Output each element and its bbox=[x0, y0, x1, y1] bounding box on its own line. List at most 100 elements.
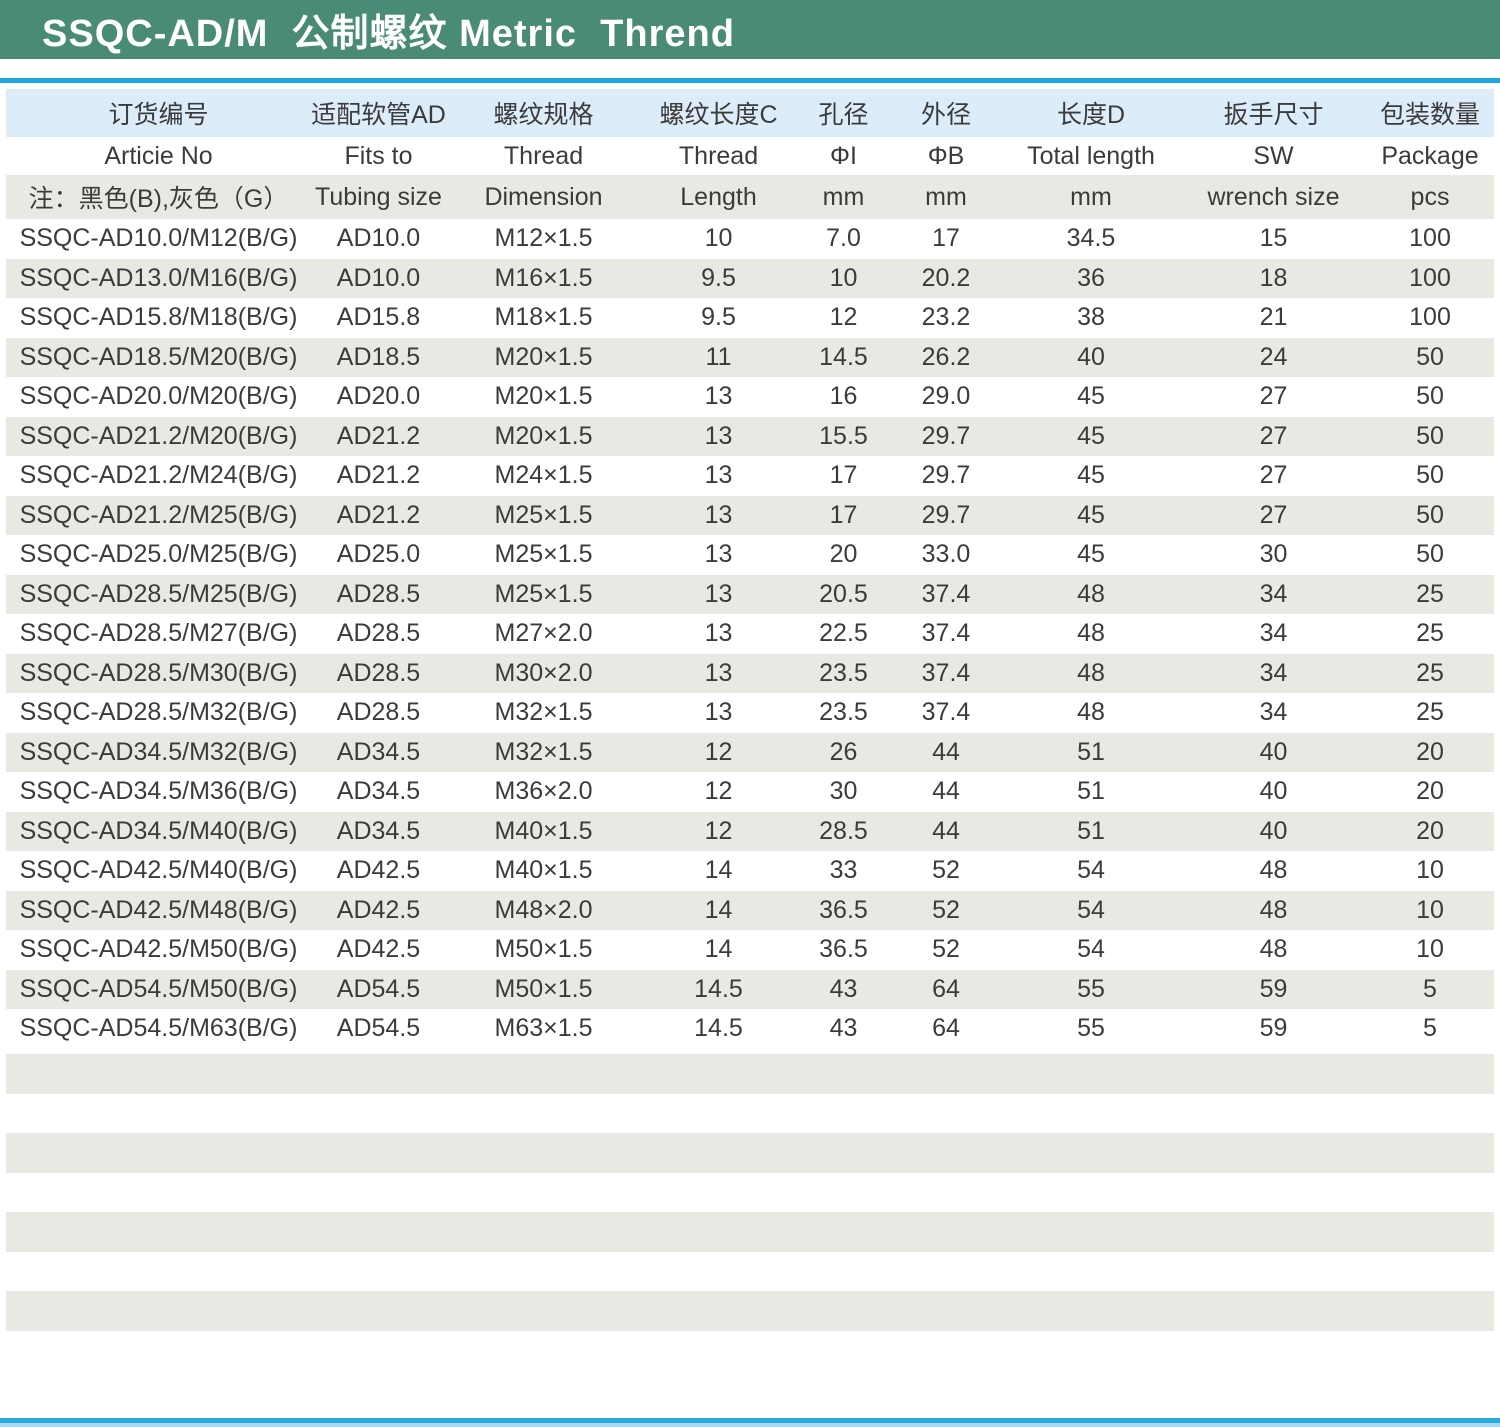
column-header-en-3: Thread bbox=[641, 137, 796, 175]
column-header-sub-2: Dimension bbox=[446, 175, 641, 219]
table-cell: 10 bbox=[1366, 930, 1494, 970]
table-cell: 29.7 bbox=[891, 496, 1001, 536]
table-cell: M18×1.5 bbox=[446, 298, 641, 338]
table-row: SSQC-AD42.5/M40(B/G)AD42.5M40×1.51433525… bbox=[6, 851, 1494, 891]
table-cell: SSQC-AD28.5/M27(B/G) bbox=[6, 614, 311, 654]
table-cell: SSQC-AD34.5/M40(B/G) bbox=[6, 812, 311, 852]
table-cell: 17 bbox=[891, 219, 1001, 259]
table-cell: M20×1.5 bbox=[446, 417, 641, 457]
column-header-en-6: Total length bbox=[1001, 137, 1181, 175]
table-cell: 37.4 bbox=[891, 654, 1001, 694]
table-cell: SSQC-AD20.0/M20(B/G) bbox=[6, 377, 311, 417]
table-cell: 34 bbox=[1181, 614, 1366, 654]
table-cell: 13 bbox=[641, 456, 796, 496]
table-cell: 100 bbox=[1366, 259, 1494, 299]
table-row: SSQC-AD15.8/M18(B/G)AD15.8M18×1.59.51223… bbox=[6, 298, 1494, 338]
table-cell: AD54.5 bbox=[311, 1009, 446, 1049]
table-cell: AD34.5 bbox=[311, 733, 446, 773]
table-cell: 20 bbox=[1366, 812, 1494, 852]
table-row: SSQC-AD34.5/M32(B/G)AD34.5M32×1.51226445… bbox=[6, 733, 1494, 773]
table-cell: 54 bbox=[1001, 930, 1181, 970]
table-cell: 40 bbox=[1181, 812, 1366, 852]
table-cell: SSQC-AD21.2/M20(B/G) bbox=[6, 417, 311, 457]
table-cell: 13 bbox=[641, 496, 796, 536]
column-header-en-4: ΦI bbox=[796, 137, 891, 175]
table-cell: 59 bbox=[1181, 970, 1366, 1010]
table-cell: AD18.5 bbox=[311, 338, 446, 378]
column-header-cn-0: 订货编号 bbox=[6, 89, 311, 137]
table-cell: 25 bbox=[1366, 693, 1494, 733]
table-cell: 34 bbox=[1181, 575, 1366, 615]
table-cell: 45 bbox=[1001, 535, 1181, 575]
table-cell: 29.0 bbox=[891, 377, 1001, 417]
table-cell: 48 bbox=[1181, 851, 1366, 891]
table-cell: 100 bbox=[1366, 219, 1494, 259]
table-cell: 17 bbox=[796, 496, 891, 536]
table-cell: 26.2 bbox=[891, 338, 1001, 378]
table-cell: 33 bbox=[796, 851, 891, 891]
table-cell: M24×1.5 bbox=[446, 456, 641, 496]
table-row: SSQC-AD20.0/M20(B/G)AD20.0M20×1.5131629.… bbox=[6, 377, 1494, 417]
table-cell: AD21.2 bbox=[311, 496, 446, 536]
table-cell: AD28.5 bbox=[311, 614, 446, 654]
table-cell: AD20.0 bbox=[311, 377, 446, 417]
header-row-sub: 注：黑色(B),灰色（G）Tubing sizeDimensionLengthm… bbox=[6, 175, 1494, 219]
table-cell: M12×1.5 bbox=[446, 219, 641, 259]
accent-divider-top bbox=[0, 78, 1500, 83]
column-header-cn-6: 长度D bbox=[1001, 89, 1181, 137]
table-cell: 12 bbox=[796, 298, 891, 338]
table-cell: 27 bbox=[1181, 456, 1366, 496]
table-cell: 37.4 bbox=[891, 693, 1001, 733]
table-cell: 50 bbox=[1366, 535, 1494, 575]
table-cell: 5 bbox=[1366, 970, 1494, 1010]
table-cell: 50 bbox=[1366, 377, 1494, 417]
table-cell: 13 bbox=[641, 654, 796, 694]
table-cell: 55 bbox=[1001, 970, 1181, 1010]
table-cell: 34 bbox=[1181, 693, 1366, 733]
empty-row-band bbox=[6, 1133, 1494, 1173]
table-row: SSQC-AD54.5/M50(B/G)AD54.5M50×1.514.5436… bbox=[6, 970, 1494, 1010]
table-cell: AD15.8 bbox=[311, 298, 446, 338]
table-cell: 10 bbox=[641, 219, 796, 259]
table-cell: SSQC-AD15.8/M18(B/G) bbox=[6, 298, 311, 338]
table-cell: 34 bbox=[1181, 654, 1366, 694]
table-cell: AD28.5 bbox=[311, 575, 446, 615]
table-cell: 45 bbox=[1001, 417, 1181, 457]
table-cell: SSQC-AD42.5/M40(B/G) bbox=[6, 851, 311, 891]
table-cell: 30 bbox=[796, 772, 891, 812]
table-cell: 16 bbox=[796, 377, 891, 417]
empty-row-band bbox=[6, 1291, 1494, 1331]
table-cell: 64 bbox=[891, 1009, 1001, 1049]
table-cell: AD42.5 bbox=[311, 891, 446, 931]
table-cell: 40 bbox=[1181, 733, 1366, 773]
table-cell: M30×2.0 bbox=[446, 654, 641, 694]
table-cell: AD34.5 bbox=[311, 812, 446, 852]
table-row: SSQC-AD54.5/M63(B/G)AD54.5M63×1.514.5436… bbox=[6, 1009, 1494, 1049]
table-cell: 13 bbox=[641, 614, 796, 654]
table-cell: 13 bbox=[641, 417, 796, 457]
table-cell: 27 bbox=[1181, 377, 1366, 417]
table-cell: 12 bbox=[641, 812, 796, 852]
table-cell: 43 bbox=[796, 970, 891, 1010]
spec-table-body: SSQC-AD10.0/M12(B/G)AD10.0M12×1.5107.017… bbox=[6, 219, 1494, 1049]
table-cell: 43 bbox=[796, 1009, 891, 1049]
table-cell: SSQC-AD25.0/M25(B/G) bbox=[6, 535, 311, 575]
column-header-sub-1: Tubing size bbox=[311, 175, 446, 219]
table-cell: M50×1.5 bbox=[446, 930, 641, 970]
table-cell: AD10.0 bbox=[311, 259, 446, 299]
header-row-cn: 订货编号适配软管AD螺纹规格螺纹长度C孔径外径长度D扳手尺寸包装数量 bbox=[6, 89, 1494, 137]
table-cell: 51 bbox=[1001, 733, 1181, 773]
table-cell: 15.5 bbox=[796, 417, 891, 457]
table-cell: 15 bbox=[1181, 219, 1366, 259]
column-header-sub-6: mm bbox=[1001, 175, 1181, 219]
empty-row-band bbox=[6, 1212, 1494, 1252]
table-row: SSQC-AD10.0/M12(B/G)AD10.0M12×1.5107.017… bbox=[6, 219, 1494, 259]
table-row: SSQC-AD21.2/M24(B/G)AD21.2M24×1.5131729.… bbox=[6, 456, 1494, 496]
table-cell: 21 bbox=[1181, 298, 1366, 338]
table-cell: SSQC-AD54.5/M50(B/G) bbox=[6, 970, 311, 1010]
table-cell: SSQC-AD18.5/M20(B/G) bbox=[6, 338, 311, 378]
column-header-en-5: ΦB bbox=[891, 137, 1001, 175]
table-cell: 100 bbox=[1366, 298, 1494, 338]
column-header-cn-7: 扳手尺寸 bbox=[1181, 89, 1366, 137]
table-cell: 50 bbox=[1366, 417, 1494, 457]
